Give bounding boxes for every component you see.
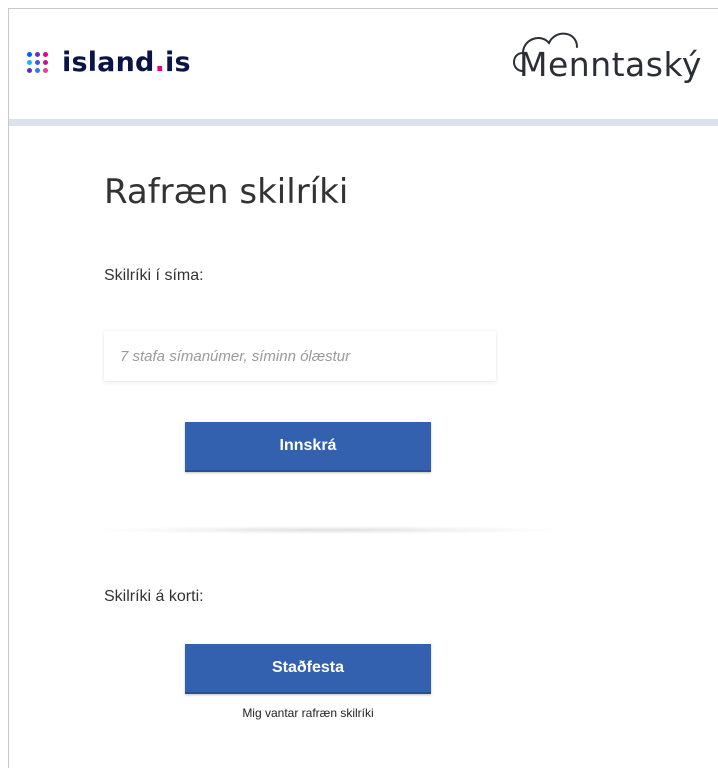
island-logo[interactable]: island.is: [27, 47, 191, 78]
dot: [27, 68, 32, 73]
island-wordmark: island.is: [62, 47, 191, 78]
confirm-button[interactable]: Staðfesta: [185, 644, 431, 694]
island-wordmark-name: island: [62, 47, 155, 78]
dot: [43, 52, 48, 57]
need-certificate-link[interactable]: Mig vantar rafræn skilríki: [185, 706, 431, 720]
island-wordmark-dot: .: [154, 47, 166, 78]
dot: [43, 60, 48, 65]
dot: [35, 52, 40, 57]
page-title: Rafræn skilríki: [104, 172, 349, 212]
dot: [35, 60, 40, 65]
card-section-label: Skilríki á korti:: [104, 588, 204, 605]
menntasky-wordmark: Menntaský: [519, 45, 702, 84]
phone-number-input[interactable]: [104, 331, 496, 381]
dot: [35, 68, 40, 73]
island-dots-icon: [27, 52, 48, 73]
menntasky-logo: Menntaský: [509, 23, 718, 103]
phone-section-label: Skilríki í síma:: [104, 267, 204, 284]
header: island.is Menntaský: [9, 9, 718, 119]
section-divider: [104, 526, 554, 534]
island-wordmark-suffix: is: [165, 47, 191, 78]
dot: [43, 68, 48, 73]
dot: [27, 60, 32, 65]
header-divider: [9, 119, 718, 126]
dot: [27, 52, 32, 57]
login-button[interactable]: Innskrá: [185, 422, 431, 472]
